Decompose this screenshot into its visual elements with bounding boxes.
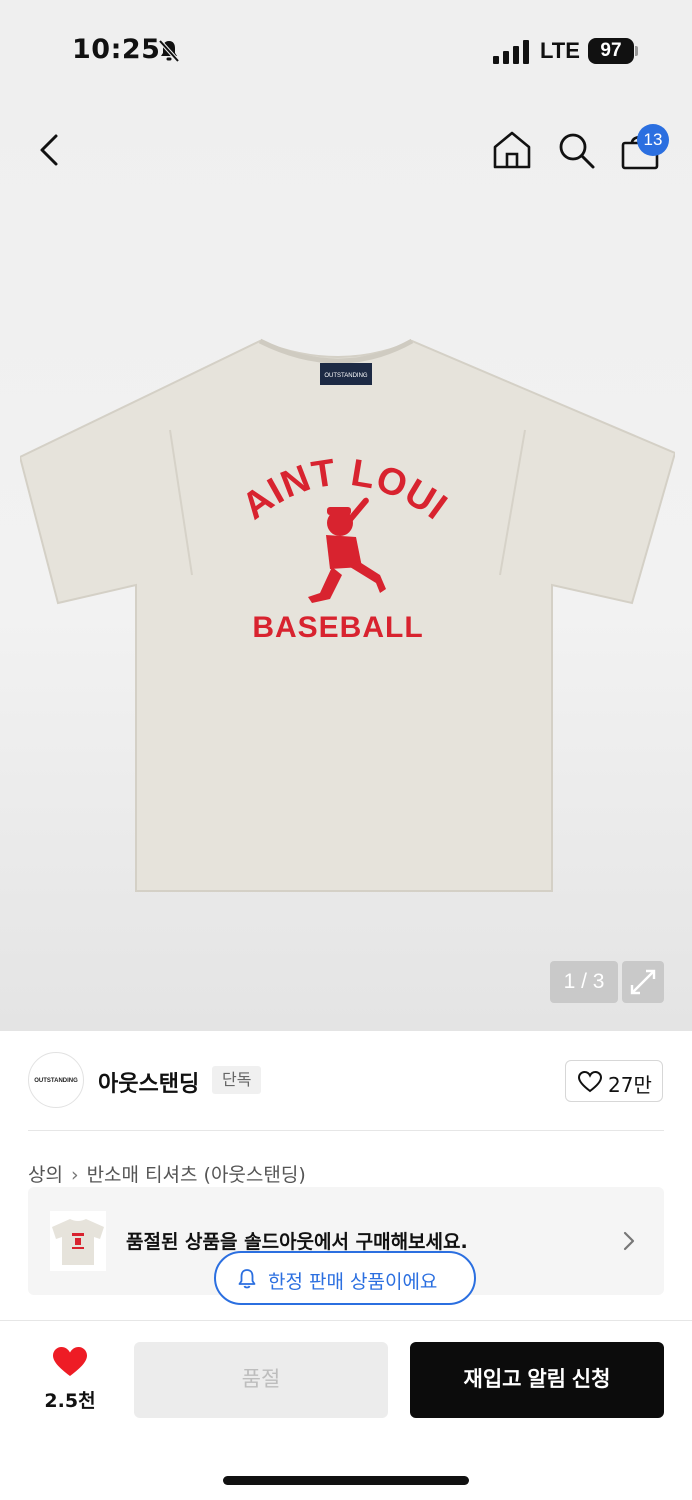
- brand-logo-text: OUTSTANDING: [34, 1078, 78, 1084]
- heart-outline-icon: [578, 1071, 602, 1093]
- brand-logo[interactable]: OUTSTANDING: [28, 1052, 84, 1108]
- brand-name[interactable]: 아웃스탠딩: [98, 1066, 199, 1098]
- print-bottom-text: BASEBALL: [252, 611, 423, 644]
- status-bar: 10:25 LTE 97: [0, 0, 692, 100]
- breadcrumb-item-category[interactable]: 상의: [28, 1164, 63, 1186]
- status-time: 10:25: [72, 34, 161, 65]
- heart-filled-icon[interactable]: [52, 1346, 88, 1378]
- expand-icon[interactable]: [622, 961, 664, 1003]
- signal-icon: [493, 40, 529, 64]
- bell-icon: [238, 1269, 256, 1289]
- network-type: LTE: [540, 38, 580, 63]
- soldout-button[interactable]: 품절: [134, 1342, 388, 1418]
- breadcrumb-item-subcategory[interactable]: 반소매 티셔츠 (아웃스탠딩): [87, 1164, 306, 1186]
- product-image[interactable]: OUTSTANDING SAINT LOUIS BASEBALL: [20, 335, 675, 895]
- bell-off-icon: [158, 39, 180, 63]
- home-icon[interactable]: [492, 130, 532, 170]
- divider: [28, 1130, 664, 1131]
- exclusive-badge: 단독: [212, 1066, 262, 1094]
- limited-sale-notice: 한정 판매 상품이에요: [214, 1251, 476, 1305]
- limited-sale-text: 한정 판매 상품이에요: [268, 1271, 438, 1293]
- brand-like-button[interactable]: 27만: [565, 1060, 663, 1102]
- neck-label-text: OUTSTANDING: [324, 373, 368, 379]
- battery-tip: [635, 46, 638, 56]
- restock-alert-button[interactable]: 재입고 알림 신청: [410, 1342, 664, 1418]
- soldout-thumbnail: [50, 1211, 106, 1271]
- search-icon[interactable]: [556, 130, 596, 170]
- soldout-banner-text: 품절된 상품을 솔드아웃에서 구매해보세요.: [126, 1231, 468, 1253]
- gallery-page-counter: 1 / 3: [550, 961, 618, 1003]
- battery-icon: 97: [588, 38, 634, 64]
- bottom-bar-divider: [0, 1320, 692, 1321]
- cart-count-badge: 13: [637, 124, 669, 156]
- back-icon[interactable]: [30, 128, 70, 172]
- home-indicator: [223, 1476, 469, 1485]
- chevron-right-icon: ›: [70, 1164, 79, 1186]
- chevron-right-icon: [623, 1231, 635, 1251]
- favorite-count: 2.5천: [44, 1390, 96, 1412]
- brand-like-count: 27만: [608, 1073, 652, 1097]
- breadcrumb: 상의 › 반소매 티셔츠 (아웃스탠딩): [28, 1160, 306, 1187]
